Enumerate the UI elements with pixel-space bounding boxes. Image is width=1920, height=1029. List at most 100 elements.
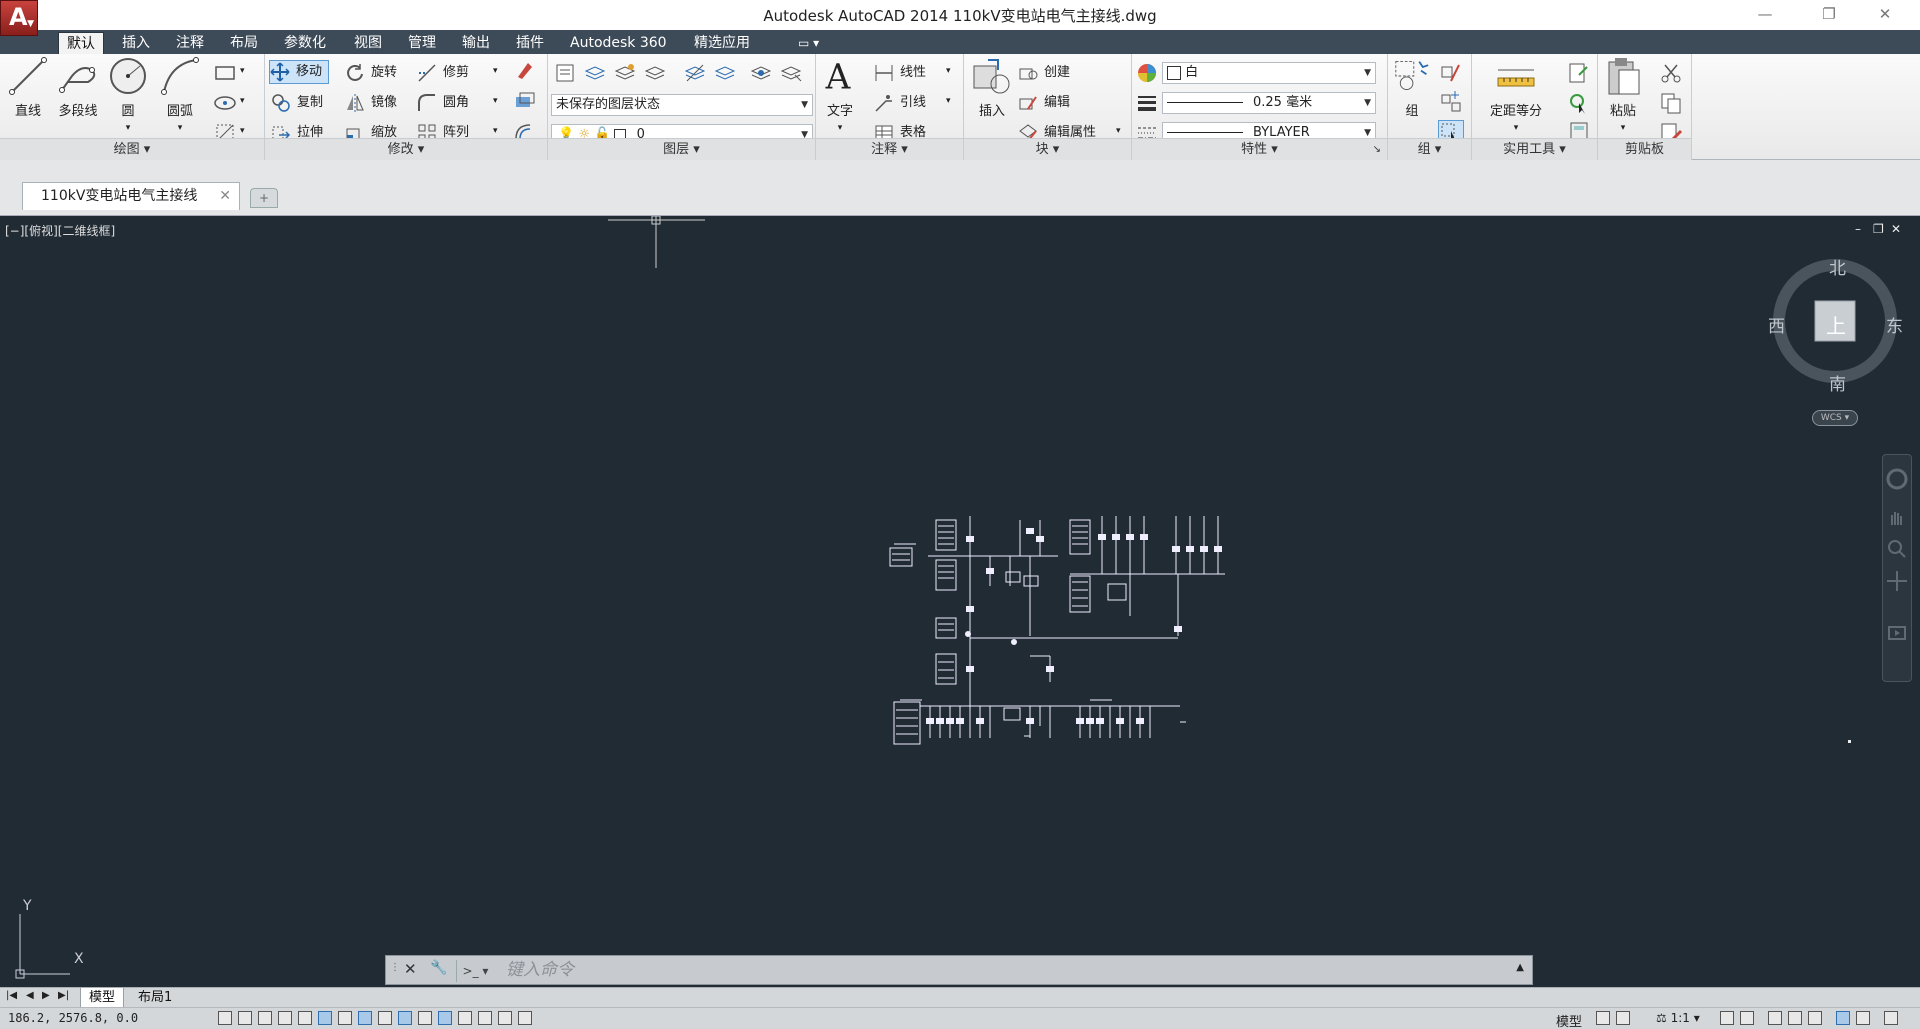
- rectangle-button[interactable]: [212, 60, 238, 86]
- insert-block-button[interactable]: 插入: [970, 56, 1014, 119]
- tab-annotate[interactable]: 注释: [168, 32, 212, 54]
- application-menu-button[interactable]: A ▼: [0, 0, 38, 36]
- command-input[interactable]: 键入命令: [506, 956, 574, 984]
- close-icon[interactable]: ✕: [219, 183, 231, 209]
- pan-hand-icon[interactable]: [1883, 505, 1911, 533]
- layout-nav-first[interactable]: |◀: [6, 990, 17, 1001]
- edit-attributes-dropdown[interactable]: ▾: [1116, 126, 1121, 136]
- arc-button[interactable]: 圆弧 ▾: [158, 56, 202, 134]
- select-all-button[interactable]: [1566, 90, 1592, 116]
- polar-tracking-toggle[interactable]: [298, 1011, 312, 1025]
- ungroup-button[interactable]: [1438, 60, 1464, 86]
- tab-view[interactable]: 视图: [346, 32, 390, 54]
- rotate-button[interactable]: 旋转: [345, 60, 397, 86]
- cut-button[interactable]: [1658, 60, 1684, 86]
- tab-layout1[interactable]: 布局1: [130, 988, 180, 1008]
- object-snap-tracking-toggle[interactable]: [358, 1011, 372, 1025]
- circle-button[interactable]: 圆 ▾: [106, 56, 150, 134]
- command-history-button[interactable]: >_ ▾: [456, 960, 494, 982]
- rectangle-dropdown[interactable]: ▾: [240, 66, 245, 76]
- infer-constraints-toggle[interactable]: [218, 1011, 232, 1025]
- selection-cycling-toggle[interactable]: [478, 1011, 492, 1025]
- viewcube-north[interactable]: 北: [1829, 254, 1846, 279]
- grid-display-toggle[interactable]: [258, 1011, 272, 1025]
- dynamic-ucs-toggle[interactable]: [378, 1011, 392, 1025]
- quick-view-layouts-button[interactable]: [1596, 1011, 1610, 1025]
- close-button[interactable]: ✕: [1862, 2, 1908, 26]
- annotation-panel-title[interactable]: 注释 ▾: [816, 138, 963, 160]
- ellipse-dropdown[interactable]: ▾: [240, 96, 245, 106]
- hatch-button[interactable]: [212, 90, 238, 116]
- command-settings-button[interactable]: 🔧: [430, 960, 447, 976]
- 3d-osnap-toggle[interactable]: [338, 1011, 352, 1025]
- tab-output[interactable]: 输出: [454, 32, 498, 54]
- trim-dropdown[interactable]: ▾: [493, 66, 498, 76]
- transparency-toggle[interactable]: [438, 1011, 452, 1025]
- lineweight-toggle[interactable]: [418, 1011, 432, 1025]
- hardware-acceleration-button[interactable]: [1808, 1011, 1822, 1025]
- viewport-close-button[interactable]: ✕: [1891, 222, 1901, 236]
- quick-view-drawings-button[interactable]: [1616, 1011, 1630, 1025]
- group-edit-button[interactable]: [1438, 90, 1464, 116]
- properties-panel-title[interactable]: 特性 ▾ ↘: [1132, 138, 1387, 160]
- tab-default[interactable]: 默认: [58, 32, 104, 54]
- layout-nav-next[interactable]: ▶: [42, 990, 50, 1001]
- fillet-button[interactable]: 圆角: [417, 90, 469, 116]
- steering-wheel-icon[interactable]: [1883, 465, 1911, 493]
- clipboard-panel-title[interactable]: 剪贴板: [1598, 138, 1691, 160]
- ribbon-display-toggle[interactable]: ▭ ▾: [790, 32, 827, 54]
- tab-plugins[interactable]: 插件: [508, 32, 552, 54]
- block-panel-title[interactable]: 块 ▾: [964, 138, 1131, 160]
- create-block-button[interactable]: 创建: [1018, 60, 1070, 86]
- lineweight-button[interactable]: [1134, 90, 1160, 116]
- quick-properties-toggle[interactable]: [458, 1011, 472, 1025]
- layers-panel-title[interactable]: 图层 ▾: [548, 138, 815, 160]
- groups-panel-title[interactable]: 组 ▾: [1388, 138, 1471, 160]
- hatch-dropdown[interactable]: ▾: [240, 126, 245, 136]
- wcs-menu[interactable]: WCS ▾: [1812, 410, 1858, 426]
- command-grip[interactable]: ⋮: [390, 962, 400, 973]
- tab-insert[interactable]: 插入: [114, 32, 158, 54]
- copy-button[interactable]: 复制: [271, 90, 323, 116]
- minimize-button[interactable]: —: [1742, 2, 1788, 26]
- drawing-canvas[interactable]: [−][俯视][二维线框] – ❐ ✕ 北 南 东 西 上 WCS ▾ Y X: [0, 216, 1920, 987]
- command-close-button[interactable]: ✕: [404, 960, 417, 978]
- annotation-scale-select[interactable]: ⚖ 1:1 ▾: [1656, 1011, 1700, 1025]
- model-space-label[interactable]: 模型: [1556, 1011, 1582, 1029]
- ortho-mode-toggle[interactable]: [278, 1011, 292, 1025]
- edit-block-button[interactable]: 编辑: [1018, 90, 1070, 116]
- zoom-icon[interactable]: [1883, 535, 1911, 563]
- tab-autodesk360[interactable]: Autodesk 360: [562, 32, 675, 54]
- dialog-launcher-icon[interactable]: ↘: [1373, 139, 1381, 161]
- group-button[interactable]: 组: [1392, 56, 1432, 119]
- coordinates-readout[interactable]: 186.2, 2576.8, 0.0: [8, 1011, 138, 1025]
- layer-state-select[interactable]: 未保存的图层状态 ▼: [551, 94, 813, 116]
- showmotion-icon[interactable]: [1883, 619, 1911, 647]
- snap-mode-toggle[interactable]: [238, 1011, 252, 1025]
- layout-nav-prev[interactable]: ◀: [26, 990, 34, 1001]
- utilities-panel-title[interactable]: 实用工具 ▾: [1472, 138, 1597, 160]
- viewcube-south[interactable]: 南: [1829, 370, 1846, 395]
- restore-button[interactable]: ❐: [1806, 2, 1852, 26]
- erase-button[interactable]: [511, 58, 537, 84]
- clean-screen-button[interactable]: [1884, 1011, 1898, 1025]
- status-bar-menu-button[interactable]: [1856, 1011, 1870, 1025]
- command-expand-button[interactable]: ▲: [1516, 962, 1524, 973]
- dimension-dropdown[interactable]: ▾: [946, 66, 951, 76]
- leader-dropdown[interactable]: ▾: [946, 96, 951, 106]
- tab-model[interactable]: 模型: [80, 988, 125, 1008]
- layer-tool-3-button[interactable]: [642, 60, 668, 86]
- view-cube[interactable]: 北 南 东 西 上: [1768, 254, 1903, 395]
- explode-button[interactable]: [511, 88, 537, 114]
- fillet-dropdown[interactable]: ▾: [493, 96, 498, 106]
- auto-scale-toggle[interactable]: [1740, 1011, 1754, 1025]
- tab-layout[interactable]: 布局: [222, 32, 266, 54]
- text-button[interactable]: A 文字 ▾: [822, 56, 858, 134]
- array-dropdown[interactable]: ▾: [493, 126, 498, 136]
- mirror-button[interactable]: 镜像: [345, 90, 397, 116]
- dimension-button[interactable]: 线性: [874, 60, 926, 86]
- viewcube-top-face[interactable]: 上: [1826, 310, 1846, 339]
- tab-manage[interactable]: 管理: [400, 32, 444, 54]
- modify-panel-title[interactable]: 修改 ▾: [265, 138, 547, 160]
- layer-tool-7-button[interactable]: [778, 60, 804, 86]
